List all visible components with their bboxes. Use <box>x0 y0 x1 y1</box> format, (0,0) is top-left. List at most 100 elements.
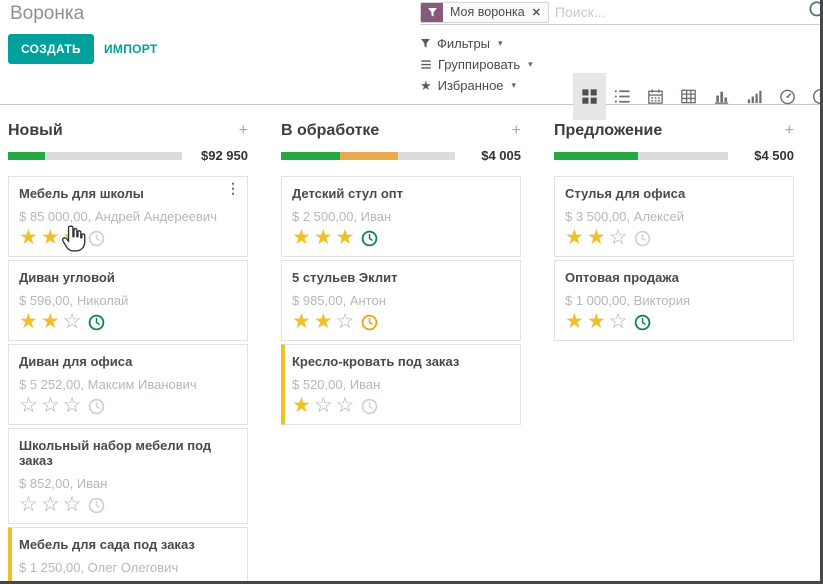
add-card-button[interactable]: + <box>239 123 248 139</box>
view-kanban-button[interactable] <box>573 73 606 120</box>
priority-stars[interactable]: ★★☆ <box>565 227 627 249</box>
card-subtitle: $ 1 000,00, Виктория <box>565 293 783 308</box>
card-subtitle: $ 520,00, Иван <box>292 377 510 392</box>
column-progressbar[interactable] <box>281 152 455 160</box>
activity-clock-icon[interactable] <box>361 314 378 331</box>
priority-star-filled[interactable]: ★ <box>41 311 60 333</box>
facet-remove-icon[interactable]: ✕ <box>530 3 548 22</box>
priority-star-empty[interactable]: ☆ <box>609 227 628 249</box>
activity-clock-icon[interactable] <box>361 230 378 247</box>
filters-dropdown[interactable]: Фильтры ▾ <box>420 33 533 54</box>
view-pivot-button[interactable] <box>672 73 705 120</box>
kanban-card[interactable]: ⋮ Диван для офиса $ 5 252,00, Максим Ива… <box>8 344 248 425</box>
search-facet[interactable]: Моя воронка ✕ <box>420 2 549 23</box>
activity-clock-view-icon <box>811 87 823 106</box>
priority-star-filled[interactable]: ★ <box>565 227 584 249</box>
kanban-card[interactable]: ⋮ Стулья для офиса $ 3 500,00, Алексей ★… <box>554 176 794 257</box>
group-by-dropdown[interactable]: Группировать ▾ <box>420 54 533 75</box>
activity-clock-icon[interactable] <box>88 314 105 331</box>
priority-star-empty[interactable]: ☆ <box>19 494 38 516</box>
kanban-card[interactable]: ⋮ Оптовая продажа $ 1 000,00, Виктория ★… <box>554 260 794 341</box>
kanban-card[interactable]: ⋮ Диван угловой $ 596,00, Николай ★★☆ <box>8 260 248 341</box>
priority-star-empty[interactable]: ☆ <box>336 395 355 417</box>
priority-star-filled[interactable]: ★ <box>292 227 311 249</box>
column-title: В обработке <box>281 122 379 140</box>
kanban-card[interactable]: ⋮ Мебель для школы $ 85 000,00, Андрей А… <box>8 176 248 257</box>
priority-star-filled[interactable]: ★ <box>19 227 38 249</box>
priority-star-empty[interactable]: ☆ <box>41 494 60 516</box>
priority-stars[interactable]: ☆☆☆ <box>19 395 81 417</box>
view-calendar-button[interactable] <box>639 73 672 120</box>
priority-star-filled[interactable]: ★ <box>565 311 584 333</box>
column-cards: ⋮ Детский стул опт $ 2 500,00, Иван ★★★ … <box>281 176 521 425</box>
priority-star-filled[interactable]: ★ <box>587 311 606 333</box>
group-by-icon <box>420 59 432 70</box>
kanban-card[interactable]: ⋮ Кресло-кровать под заказ $ 520,00, Ива… <box>281 344 521 425</box>
kanban-card[interactable]: ⋮ Детский стул опт $ 2 500,00, Иван ★★★ <box>281 176 521 257</box>
activity-clock-icon[interactable] <box>88 581 105 584</box>
import-link[interactable]: ИМПОРТ <box>104 42 158 56</box>
card-subtitle: $ 5 252,00, Максим Иванович <box>19 377 237 392</box>
priority-star-empty[interactable]: ☆ <box>336 311 355 333</box>
view-activity-button[interactable] <box>804 73 823 120</box>
priority-star-filled[interactable]: ★ <box>41 578 60 584</box>
priority-star-filled[interactable]: ★ <box>336 227 355 249</box>
add-card-button[interactable]: + <box>785 123 794 139</box>
priority-star-filled[interactable]: ★ <box>63 578 82 584</box>
kanban-card[interactable]: ⋮ Мебель для сада под заказ $ 1 250,00, … <box>8 527 248 584</box>
search-input[interactable] <box>549 4 807 20</box>
card-title: Диван угловой <box>19 270 237 285</box>
priority-star-empty[interactable]: ☆ <box>609 311 628 333</box>
activity-clock-icon[interactable] <box>361 398 378 415</box>
priority-star-empty[interactable]: ☆ <box>314 395 333 417</box>
priority-star-filled[interactable]: ★ <box>314 227 333 249</box>
kanban-card[interactable]: ⋮ Школьный набор мебели под заказ $ 852,… <box>8 428 248 524</box>
favorites-dropdown[interactable]: ★ Избранное ▾ <box>420 75 533 96</box>
activity-clock-icon[interactable] <box>634 314 651 331</box>
activity-clock-icon[interactable] <box>88 398 105 415</box>
priority-stars[interactable]: ★★☆ <box>292 311 354 333</box>
priority-stars[interactable]: ★★★ <box>19 227 81 249</box>
priority-star-filled[interactable]: ★ <box>292 395 311 417</box>
activity-clock-icon[interactable] <box>88 230 105 247</box>
priority-stars[interactable]: ★☆☆ <box>292 395 354 417</box>
search-bar[interactable]: Моя воронка ✕ <box>420 0 820 25</box>
priority-stars[interactable]: ★★★ <box>19 578 81 584</box>
priority-star-filled[interactable]: ★ <box>19 311 38 333</box>
group-by-label: Группировать <box>438 57 520 72</box>
column-amount: $92 950 <box>192 148 248 163</box>
activity-clock-icon[interactable] <box>88 497 105 514</box>
add-card-button[interactable]: + <box>512 123 521 139</box>
priority-star-empty[interactable]: ☆ <box>63 395 82 417</box>
create-button[interactable]: СОЗДАТЬ <box>8 34 94 64</box>
graph-icon <box>712 87 731 106</box>
priority-star-filled[interactable]: ★ <box>292 311 311 333</box>
priority-star-empty[interactable]: ☆ <box>41 395 60 417</box>
priority-star-empty[interactable]: ☆ <box>63 311 82 333</box>
priority-stars[interactable]: ★★★ <box>292 227 354 249</box>
kanban-card[interactable]: ⋮ 5 стульев Эклит $ 985,00, Антон ★★☆ <box>281 260 521 341</box>
priority-stars[interactable]: ☆☆☆ <box>19 494 81 516</box>
activity-clock-icon[interactable] <box>634 230 651 247</box>
priority-star-empty[interactable]: ☆ <box>19 395 38 417</box>
page-title: Воронка <box>10 3 84 25</box>
priority-star-filled[interactable]: ★ <box>19 578 38 584</box>
search-options: Фильтры ▾ Группировать ▾ ★ Избранное ▾ <box>420 33 533 96</box>
view-graph-button[interactable] <box>705 73 738 120</box>
column-progressbar[interactable] <box>8 152 182 160</box>
view-list-button[interactable] <box>606 73 639 120</box>
column-amount: $4 500 <box>738 148 794 163</box>
priority-stars[interactable]: ★★☆ <box>565 311 627 333</box>
priority-stars[interactable]: ★★☆ <box>19 311 81 333</box>
priority-star-filled[interactable]: ★ <box>41 227 60 249</box>
kebab-menu-icon[interactable]: ⋮ <box>226 180 240 197</box>
search-icon[interactable] <box>807 0 823 26</box>
priority-star-filled[interactable]: ★ <box>314 311 333 333</box>
app-window: Воронка Моя воронка ✕ СОЗДАТЬ ИМПОРТ Фил… <box>0 0 823 584</box>
priority-star-empty[interactable]: ☆ <box>63 494 82 516</box>
priority-star-filled[interactable]: ★ <box>587 227 606 249</box>
view-dashboard-button[interactable] <box>771 73 804 120</box>
priority-star-filled[interactable]: ★ <box>63 227 82 249</box>
column-progressbar[interactable] <box>554 152 728 160</box>
view-cohort-button[interactable] <box>738 73 771 120</box>
